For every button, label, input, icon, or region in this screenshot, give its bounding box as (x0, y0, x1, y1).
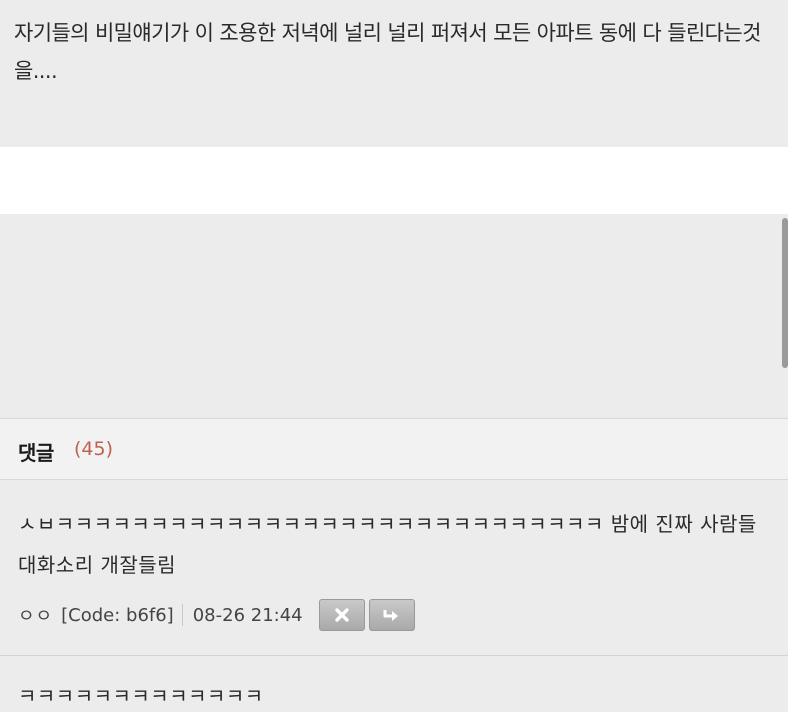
comment-meta: ㅇㅇ [Code: b6f6] 08-26 21:44 (18, 599, 419, 631)
reply-comment-button[interactable] (368, 599, 415, 631)
comment-item: ㅅㅂㅋㅋㅋㅋㅋㅋㅋㅋㅋㅋㅋㅋㅋㅋㅋㅋㅋㅋㅋㅋㅋㅋㅋㅋㅋㅋㅋㅋㅋ 밤에 진짜 사람… (0, 480, 788, 656)
post-body-lower (0, 214, 788, 418)
scrollbar-thumb[interactable] (782, 218, 788, 368)
comment-text: ㅋㅋㅋㅋㅋㅋㅋㅋㅋㅋㅋㅋㅋ (18, 684, 264, 708)
comments-header: 댓글 (45) (0, 418, 788, 480)
comments-title: 댓글 (18, 441, 54, 465)
post-text: 자기들의 비밀얘기가 이 조용한 저녁에 널리 널리 퍼져서 모든 아파트 동에… (14, 21, 761, 83)
reply-arrow-icon (383, 610, 398, 621)
post-body: 자기들의 비밀얘기가 이 조용한 저녁에 널리 널리 퍼져서 모든 아파트 동에… (0, 0, 788, 147)
comment-text: ㅅㅂㅋㅋㅋㅋㅋㅋㅋㅋㅋㅋㅋㅋㅋㅋㅋㅋㅋㅋㅋㅋㅋㅋㅋㅋㅋㅋㅋㅋㅋ 밤에 진짜 사람… (18, 512, 757, 577)
comment-author: ㅇㅇ (18, 606, 54, 627)
meta-divider (181, 604, 183, 626)
comment-code: [Code: b6f6] (61, 604, 174, 626)
delete-comment-button[interactable] (318, 599, 365, 631)
comment-item: ㅋㅋㅋㅋㅋㅋㅋㅋㅋㅋㅋㅋㅋ (0, 656, 788, 712)
comments-count: (45) (74, 438, 114, 460)
close-icon (334, 608, 349, 622)
comment-time: 08-26 21:44 (192, 604, 303, 626)
scrollbar[interactable] (780, 0, 788, 418)
post-image-gap (0, 147, 788, 214)
